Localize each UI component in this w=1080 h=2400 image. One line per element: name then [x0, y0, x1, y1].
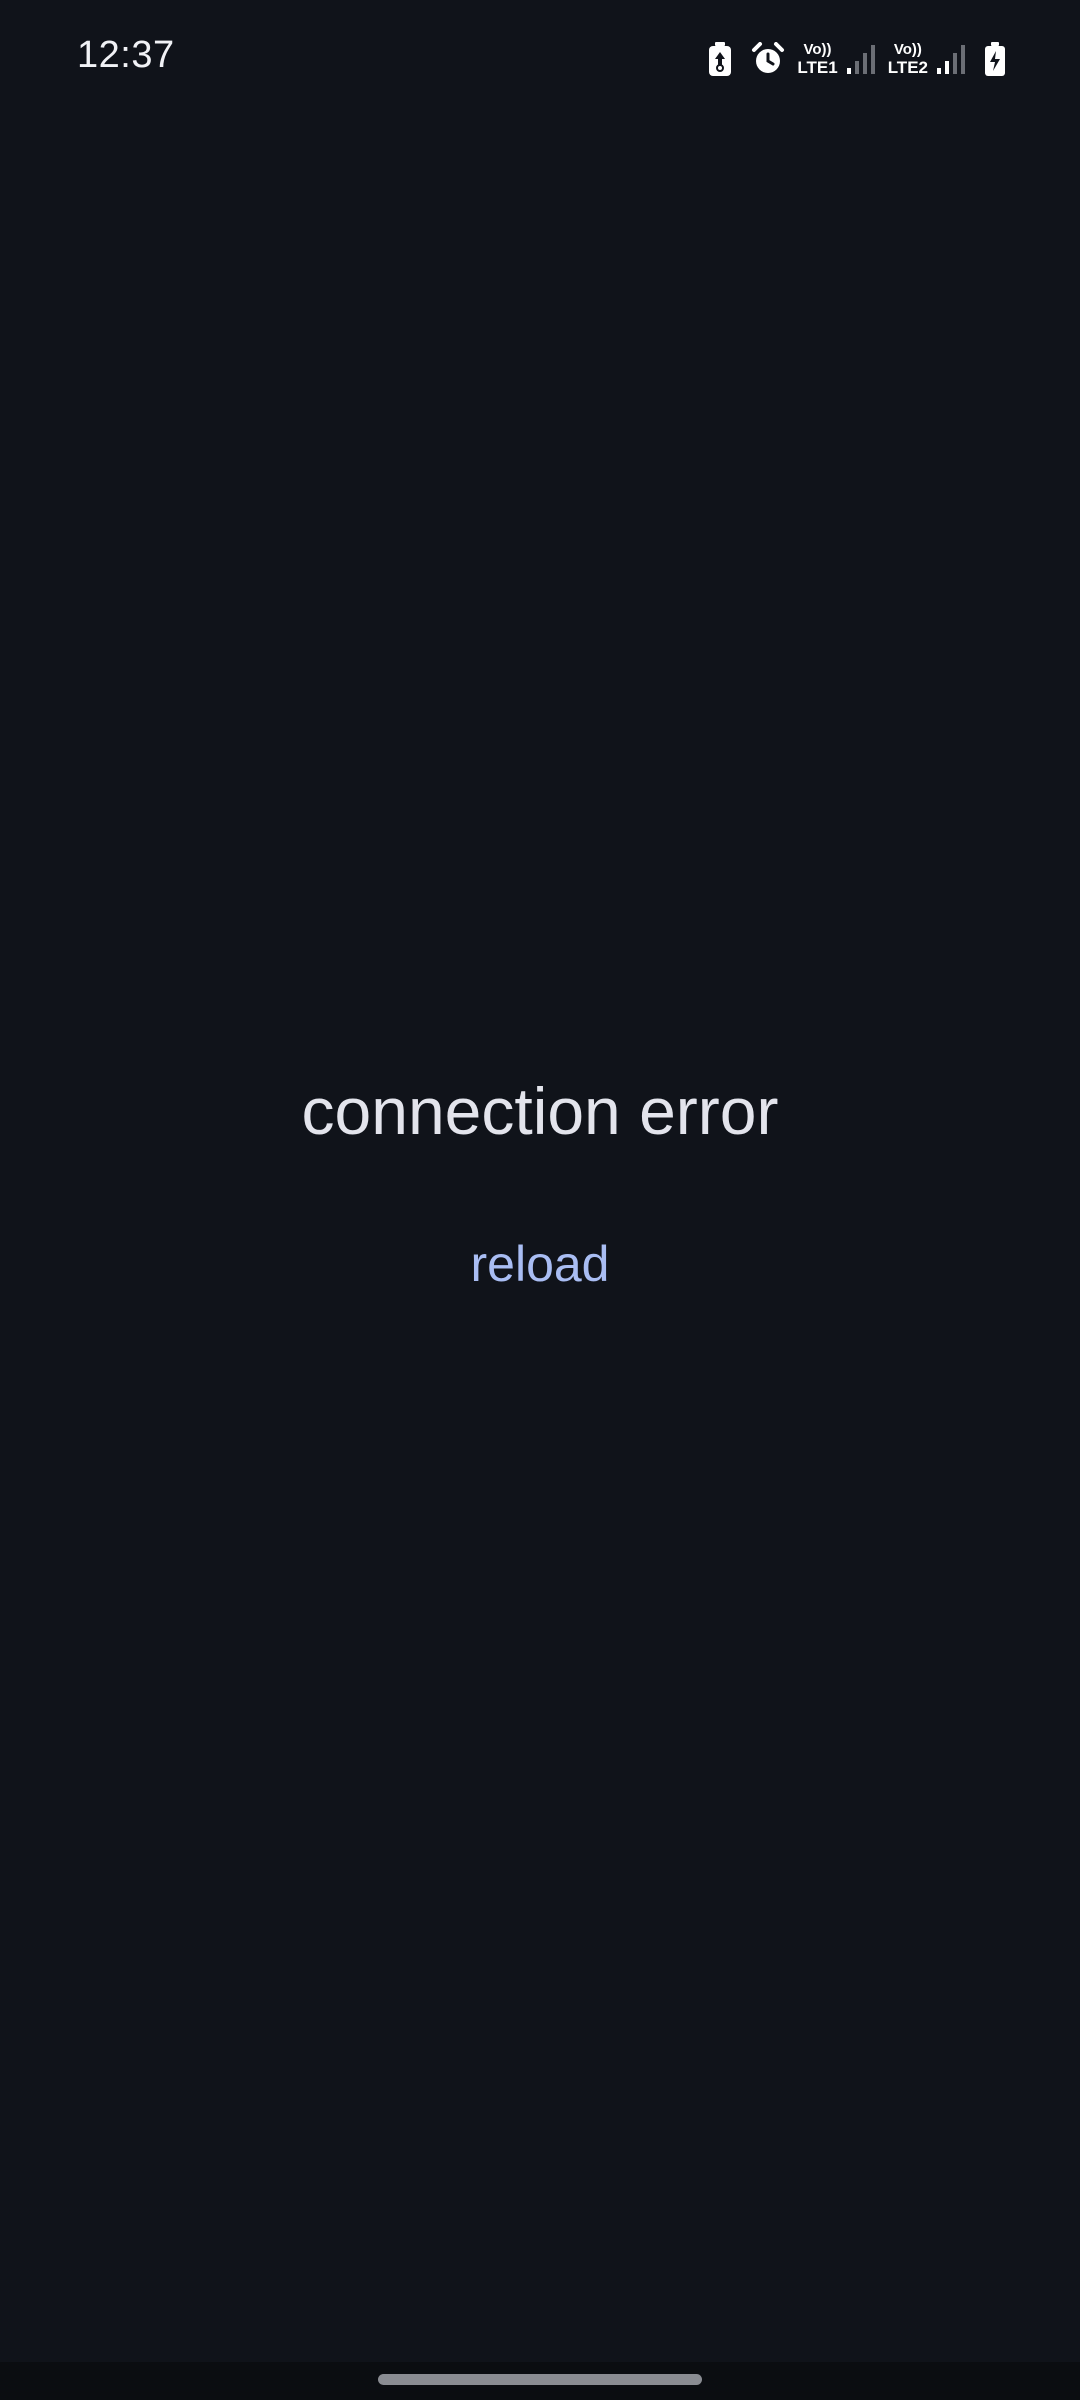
home-gesture-handle[interactable] — [378, 2374, 702, 2385]
sim1-signal-icon — [846, 44, 876, 74]
battery-saver-icon — [707, 41, 733, 77]
battery-charging-icon — [984, 41, 1006, 77]
sim2-volte-text: Vo)) — [893, 41, 922, 58]
status-time: 12:37 — [77, 34, 175, 76]
reload-button[interactable]: reload — [0, 1235, 1080, 1293]
sim1-network-label: Vo)) LTE1 — [797, 42, 837, 76]
navigation-bar — [0, 2362, 1080, 2400]
alarm-icon — [751, 42, 785, 76]
connection-error-message: connection error — [301, 1074, 779, 1148]
status-bar: 12:37 Vo)) LTE1 Vo)) LTE2 — [0, 0, 1080, 116]
status-icons: Vo)) LTE1 Vo)) LTE2 — [707, 36, 1006, 82]
sim1-lte-text: LTE1 — [797, 58, 838, 77]
sim2-network-label: Vo)) LTE2 — [888, 42, 928, 76]
sim2-lte-text: LTE2 — [887, 58, 928, 77]
sim2-signal-icon — [936, 44, 966, 74]
sim1-volte-text: Vo)) — [803, 41, 832, 58]
